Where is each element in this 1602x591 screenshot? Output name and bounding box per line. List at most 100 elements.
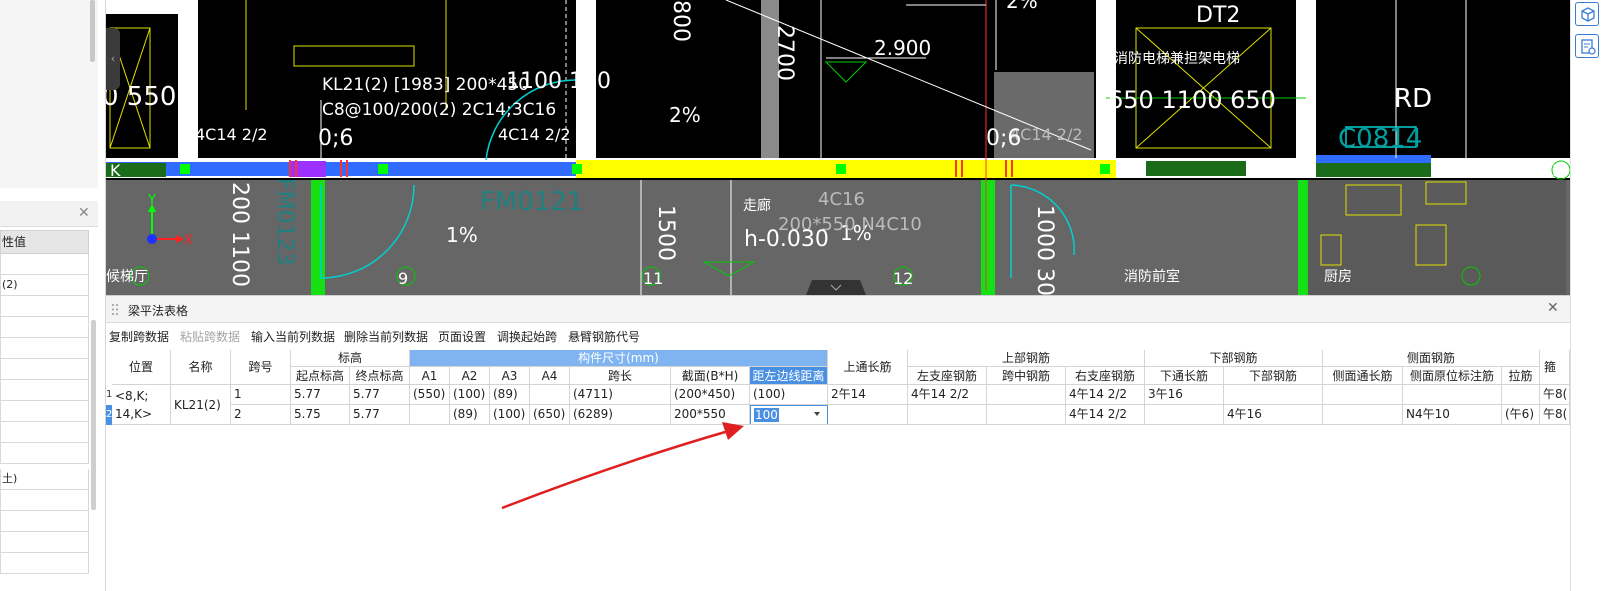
close-icon[interactable]: ✕ xyxy=(78,205,90,221)
panel-collapse-handle[interactable] xyxy=(806,280,866,295)
property-row[interactable] xyxy=(0,511,89,532)
header-bottom-continuous[interactable]: 下通长筋 xyxy=(1145,367,1224,385)
header-a3[interactable]: A3 xyxy=(490,367,530,385)
cell-name[interactable]: KL21(2) xyxy=(171,385,231,425)
cell-bottom-continuous[interactable]: 3午16 xyxy=(1145,385,1224,405)
header-end-elev[interactable]: 终点标高 xyxy=(350,367,410,385)
cell-bottom-continuous[interactable] xyxy=(1145,405,1224,425)
cell-top-continuous[interactable]: 2午14 xyxy=(828,385,908,405)
cell-span-length[interactable]: (6289) xyxy=(570,405,671,425)
cell-end-elev[interactable]: 5.77 xyxy=(350,385,410,405)
cell-start-elev[interactable]: 5.77 xyxy=(291,385,350,405)
left-panel-collapse-tab[interactable]: ‹ xyxy=(106,28,120,90)
property-scrollbar[interactable] xyxy=(91,320,96,510)
header-right-support[interactable]: 右支座钢筋 xyxy=(1066,367,1145,385)
input-column-button[interactable]: 输入当前列数据 xyxy=(251,328,335,345)
cell-bottom-rebar[interactable] xyxy=(1224,385,1323,405)
property-row[interactable] xyxy=(0,296,89,317)
view-cube-button[interactable] xyxy=(1575,2,1599,26)
cell-a3[interactable]: (89) xyxy=(490,385,530,405)
header-side-continuous[interactable]: 侧面通长筋 xyxy=(1323,367,1403,385)
property-row[interactable] xyxy=(0,359,89,380)
cell-section[interactable]: 200*550 xyxy=(671,405,750,425)
header-bottom-rebar[interactable]: 下部钢筋 xyxy=(1145,350,1323,367)
cell-left-support[interactable] xyxy=(908,405,987,425)
cad-canvas[interactable]: KL21(2) [1983] 200*450 C8@100/200(2) 2C1… xyxy=(106,0,1570,295)
edge-distance-selected-value[interactable]: 100 xyxy=(754,408,779,422)
paste-span-button[interactable]: 粘贴跨数据 xyxy=(180,328,240,345)
cell-right-support[interactable]: 4午14 2/2 xyxy=(1066,385,1145,405)
cell-edge-distance[interactable]: (100) xyxy=(750,385,828,405)
header-bottom-rebar-sub[interactable]: 下部钢筋 xyxy=(1224,367,1323,385)
header-mid-span[interactable]: 跨中钢筋 xyxy=(987,367,1066,385)
cell-a4[interactable]: (650) xyxy=(530,405,570,425)
header-span-no[interactable]: 跨号 xyxy=(231,350,291,385)
property-row[interactable]: (2) xyxy=(0,275,89,296)
property-scrollbar-top[interactable] xyxy=(90,0,95,62)
property-row[interactable] xyxy=(0,401,89,422)
header-top-continuous[interactable]: 上通长筋 xyxy=(828,350,908,385)
property-row[interactable] xyxy=(0,317,89,338)
cell-a1[interactable]: (550) xyxy=(410,385,450,405)
header-component-size[interactable]: 构件尺寸(mm) xyxy=(410,350,828,367)
drag-grip-icon[interactable] xyxy=(111,303,119,316)
header-left-support[interactable]: 左支座钢筋 xyxy=(908,367,987,385)
cell-a2[interactable]: (89) xyxy=(450,405,490,425)
cell-tie-bar[interactable] xyxy=(1502,385,1540,405)
header-a4[interactable]: A4 xyxy=(530,367,570,385)
header-top-rebar[interactable]: 上部钢筋 xyxy=(908,350,1145,367)
cell-position[interactable]: <8,K; 14,K> xyxy=(112,385,171,425)
close-icon[interactable]: ✕ xyxy=(1547,300,1559,316)
header-elevation[interactable]: 标高 xyxy=(291,350,410,367)
header-stirrup[interactable]: 箍 xyxy=(1540,350,1570,385)
header-side-rebar[interactable]: 侧面钢筋 xyxy=(1323,350,1540,367)
header-section[interactable]: 截面(B*H) xyxy=(671,367,750,385)
cell-mid-span[interactable] xyxy=(987,385,1066,405)
property-row[interactable] xyxy=(0,490,89,511)
property-row[interactable] xyxy=(0,380,89,401)
cell-side-continuous[interactable] xyxy=(1323,405,1403,425)
property-row[interactable] xyxy=(0,254,89,275)
header-name[interactable]: 名称 xyxy=(171,350,231,385)
swap-start-span-button[interactable]: 调换起始跨 xyxy=(497,328,557,345)
cell-right-support[interactable]: 4午14 2/2 xyxy=(1066,405,1145,425)
cell-stirrup[interactable]: 午8( xyxy=(1540,405,1570,425)
cell-a1[interactable] xyxy=(410,405,450,425)
cell-left-support[interactable]: 4午14 2/2 xyxy=(908,385,987,405)
cell-top-continuous[interactable] xyxy=(828,405,908,425)
header-side-original[interactable]: 侧面原位标注筋 xyxy=(1403,367,1502,385)
delete-column-button[interactable]: 删除当前列数据 xyxy=(344,328,428,345)
header-edge-distance[interactable]: 距左边线距离 xyxy=(750,367,828,385)
property-row[interactable] xyxy=(0,532,89,553)
page-setup-button[interactable]: 页面设置 xyxy=(438,328,486,345)
property-row[interactable] xyxy=(0,338,89,359)
cell-side-original[interactable] xyxy=(1403,385,1502,405)
property-row[interactable] xyxy=(0,443,89,464)
cell-end-elev[interactable]: 5.77 xyxy=(350,405,410,425)
header-span-length[interactable]: 跨长 xyxy=(570,367,671,385)
cell-section[interactable]: (200*450) xyxy=(671,385,750,405)
cell-span[interactable]: 1 xyxy=(231,385,291,405)
cell-start-elev[interactable]: 5.75 xyxy=(291,405,350,425)
cell-bottom-rebar[interactable]: 4午16 xyxy=(1224,405,1323,425)
cell-side-continuous[interactable] xyxy=(1323,385,1403,405)
header-a1[interactable]: A1 xyxy=(410,367,450,385)
cell-side-original[interactable]: N4午10 xyxy=(1403,405,1502,425)
header-tie-bar[interactable]: 拉筋 xyxy=(1502,367,1540,385)
header-a2[interactable]: A2 xyxy=(450,367,490,385)
header-start-elev[interactable]: 起点标高 xyxy=(291,367,350,385)
header-position[interactable]: 位置 xyxy=(112,350,171,385)
property-row[interactable]: 土) xyxy=(0,469,89,490)
cantilever-code-button[interactable]: 悬臂钢筋代号 xyxy=(568,328,640,345)
cell-tie-bar[interactable]: (午6) xyxy=(1502,405,1540,425)
copy-span-button[interactable]: 复制跨数据 xyxy=(109,328,169,345)
property-row[interactable] xyxy=(0,422,89,443)
cell-a4[interactable] xyxy=(530,385,570,405)
edge-distance-dropdown[interactable]: 100 xyxy=(750,405,828,424)
property-row[interactable] xyxy=(0,553,89,574)
cell-stirrup[interactable]: 午8( xyxy=(1540,385,1570,405)
cell-mid-span[interactable] xyxy=(987,405,1066,425)
cell-a2[interactable]: (100) xyxy=(450,385,490,405)
doc-view-button[interactable] xyxy=(1575,34,1599,58)
cell-span-length[interactable]: (4711) xyxy=(570,385,671,405)
